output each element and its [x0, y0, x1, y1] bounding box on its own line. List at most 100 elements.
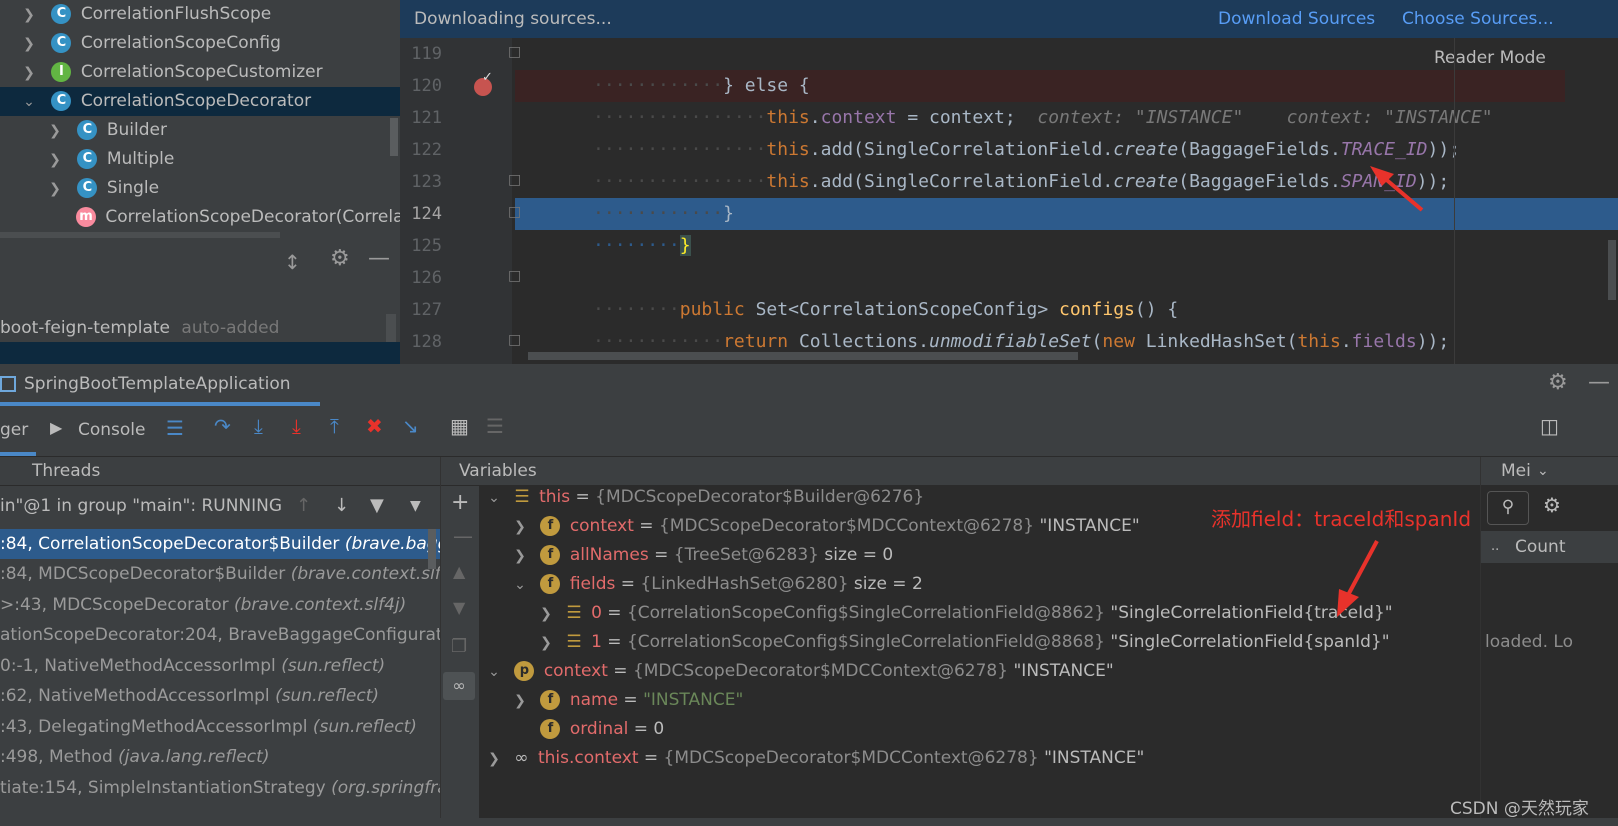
- watch-icon: ∞: [514, 748, 529, 768]
- debugger-tab[interactable]: ger: [0, 420, 28, 440]
- variable-row[interactable]: ❯ f name = "INSTANCE": [513, 686, 743, 715]
- stack-frame[interactable]: :498, Method (java.lang.reflect): [0, 742, 269, 772]
- chevron-right-icon[interactable]: ❯: [487, 745, 501, 774]
- variable-row[interactable]: ⌄ p context = {MDCScopeDecorator$MDCCont…: [487, 657, 1114, 686]
- console-icon: ▶: [50, 418, 63, 437]
- variable-row[interactable]: ❯ f context = {MDCScopeDecorator$MDCCont…: [513, 512, 1140, 541]
- frames-layout-icon[interactable]: ☰: [166, 416, 184, 440]
- stack-frame[interactable]: :43, DelegatingMethodAccessorImpl (sun.r…: [0, 712, 417, 742]
- tree-item[interactable]: ❯ C Single: [48, 174, 159, 203]
- filter-icon[interactable]: ▼: [370, 489, 384, 523]
- chevron-right-icon[interactable]: ❯: [48, 146, 62, 175]
- fold-icon[interactable]: □: [508, 172, 521, 188]
- console-tab[interactable]: Console: [78, 420, 146, 440]
- count-column-header[interactable]: Count: [1515, 531, 1566, 563]
- download-sources-link[interactable]: Download Sources: [1218, 0, 1375, 38]
- variable-row[interactable]: ❯ ☰ 0 = {CorrelationScopeConfig$SingleCo…: [539, 599, 1392, 629]
- down-arrow-icon[interactable]: ↓: [334, 489, 349, 523]
- copy-icon[interactable]: ❐: [451, 636, 467, 657]
- stack-frame[interactable]: 0:-1, NativeMethodAccessorImpl (sun.refl…: [0, 651, 385, 681]
- variable-row[interactable]: ❯ ☰ 1 = {CorrelationScopeConfig$SingleCo…: [539, 628, 1389, 658]
- module-row[interactable]: boot-feign-template auto-added: [0, 314, 400, 354]
- reader-mode-button[interactable]: Reader Mode: [1430, 48, 1550, 68]
- fold-icon[interactable]: □: [508, 268, 521, 284]
- variable-row[interactable]: ⌄ ☰ this = {MDCScopeDecorator$Builder@62…: [487, 483, 924, 512]
- step-over-icon[interactable]: ↷: [214, 414, 231, 438]
- editor-hscrollbar[interactable]: [528, 352, 1078, 360]
- field-icon: f: [540, 574, 561, 594]
- chevron-right-icon[interactable]: ❯: [22, 30, 36, 59]
- tree-item[interactable]: ❯ C CorrelationFlushScope: [22, 0, 271, 29]
- tree-item[interactable]: ❯ C Builder: [48, 116, 167, 145]
- chevron-down-icon[interactable]: ⌄: [487, 658, 501, 687]
- fold-icon[interactable]: □: [508, 204, 521, 220]
- frames-scrollbar[interactable]: [428, 529, 436, 569]
- stack-frame[interactable]: >:43, MDCScopeDecorator (brave.context.s…: [0, 590, 406, 620]
- minimize-icon[interactable]: —: [1588, 370, 1610, 395]
- chevron-right-icon[interactable]: ❯: [513, 542, 527, 571]
- chevron-right-icon[interactable]: ❯: [539, 629, 553, 658]
- memory-tab[interactable]: Mei: [1501, 457, 1531, 485]
- tree-scrollbar[interactable]: [390, 118, 398, 156]
- class-icon: C: [77, 120, 98, 140]
- up-arrow-icon[interactable]: ↑: [296, 489, 311, 523]
- frames-panel: Threads in"@1 in group "main": RUNNING ↑…: [0, 457, 440, 826]
- chevron-right-icon[interactable]: ❯: [22, 1, 36, 30]
- interface-icon: I: [51, 62, 72, 82]
- move-down-icon[interactable]: ▼: [453, 598, 465, 617]
- gear-icon[interactable]: ⚙: [1548, 370, 1568, 395]
- fold-icon[interactable]: □: [508, 44, 521, 60]
- chevron-right-icon[interactable]: ❯: [513, 687, 527, 716]
- chevron-right-icon[interactable]: ❯: [22, 59, 36, 88]
- variable-row[interactable]: f ordinal = 0: [513, 715, 664, 744]
- tree-item[interactable]: ❯ I CorrelationScopeCustomizer: [22, 58, 323, 87]
- chevron-down-icon[interactable]: ⌄: [22, 88, 36, 117]
- dropdown-chevron-icon[interactable]: ▼: [410, 489, 421, 523]
- chevron-right-icon[interactable]: ❯: [48, 175, 62, 204]
- stack-frame-selected[interactable]: :84, CorrelationScopeDecorator$Builder (…: [0, 529, 440, 559]
- stack-frame[interactable]: ationScopeDecorator:204, BraveBaggageCon…: [0, 620, 440, 650]
- run-to-cursor-icon[interactable]: ↘: [402, 414, 419, 438]
- gear-icon[interactable]: ⚙: [330, 246, 350, 271]
- threads-tab[interactable]: Threads: [32, 457, 100, 485]
- minimize-icon[interactable]: —: [368, 246, 390, 271]
- chevron-down-icon[interactable]: ⌄: [1537, 457, 1549, 485]
- code-line-122: ················this.add(SingleCorrelati…: [593, 171, 1450, 192]
- chevron-down-icon[interactable]: ⌄: [513, 571, 527, 600]
- chevron-right-icon[interactable]: ❯: [539, 600, 553, 629]
- evaluate-expression-icon[interactable]: ▦: [450, 414, 469, 438]
- memory-search[interactable]: ⚲: [1487, 491, 1529, 525]
- layout-settings-icon[interactable]: ◫: [1540, 414, 1559, 438]
- gear-icon[interactable]: ⚙: [1543, 493, 1561, 517]
- move-up-icon[interactable]: ▲: [453, 562, 465, 581]
- tree-item[interactable]: ❯ C Multiple: [48, 145, 174, 174]
- tree-item[interactable]: m CorrelationScopeDecorator(Correlat: [76, 203, 400, 232]
- chevron-right-icon[interactable]: ❯: [48, 117, 62, 146]
- variable-row[interactable]: ⌄ f fields = {LinkedHashSet@6280} size =…: [513, 570, 923, 599]
- tree-item-selected[interactable]: ⌄ C CorrelationScopeDecorator: [0, 87, 400, 116]
- step-into-icon[interactable]: ⤓: [254, 414, 263, 438]
- variable-row[interactable]: ❯ f allNames = {TreeSet@6283} size = 0: [513, 541, 893, 570]
- step-out-icon[interactable]: ⤒: [330, 414, 339, 438]
- add-watch-icon[interactable]: +: [451, 490, 469, 515]
- editor-vscrollbar[interactable]: [1608, 240, 1616, 300]
- remove-watch-icon[interactable]: —: [453, 524, 473, 548]
- drop-frame-icon[interactable]: ✖: [366, 414, 383, 438]
- code-line-123: ············}: [593, 203, 734, 224]
- stack-frame[interactable]: :84, MDCScopeDecorator$Builder (brave.co…: [0, 559, 440, 589]
- stack-frame[interactable]: :62, NativeMethodAccessorImpl (sun.refle…: [0, 681, 379, 711]
- chevron-down-icon[interactable]: ⌄: [487, 484, 501, 513]
- run-config-tab[interactable]: SpringBootTemplateApplication: [24, 374, 291, 394]
- fold-icon[interactable]: □: [508, 332, 521, 348]
- tool-strip-bottom: [0, 290, 400, 314]
- stack-frame[interactable]: tiate:154, SimpleInstantiationStrategy (…: [0, 773, 440, 803]
- variable-row[interactable]: ❯ ∞ this.context = {MDCScopeDecorator$MD…: [487, 744, 1144, 773]
- trace-icon[interactable]: ☰: [486, 414, 504, 438]
- thread-selector[interactable]: in"@1 in group "main": RUNNING ↑ ↓ ▼ ▼: [0, 489, 440, 523]
- collapse-icon[interactable]: ↕: [284, 250, 301, 274]
- force-step-into-icon[interactable]: ⤓: [292, 414, 301, 438]
- tree-item[interactable]: ❯ C CorrelationScopeConfig: [22, 29, 281, 58]
- watches-icon[interactable]: ∞: [443, 672, 475, 700]
- choose-sources-link[interactable]: Choose Sources...: [1402, 0, 1554, 38]
- chevron-right-icon[interactable]: ❯: [513, 513, 527, 542]
